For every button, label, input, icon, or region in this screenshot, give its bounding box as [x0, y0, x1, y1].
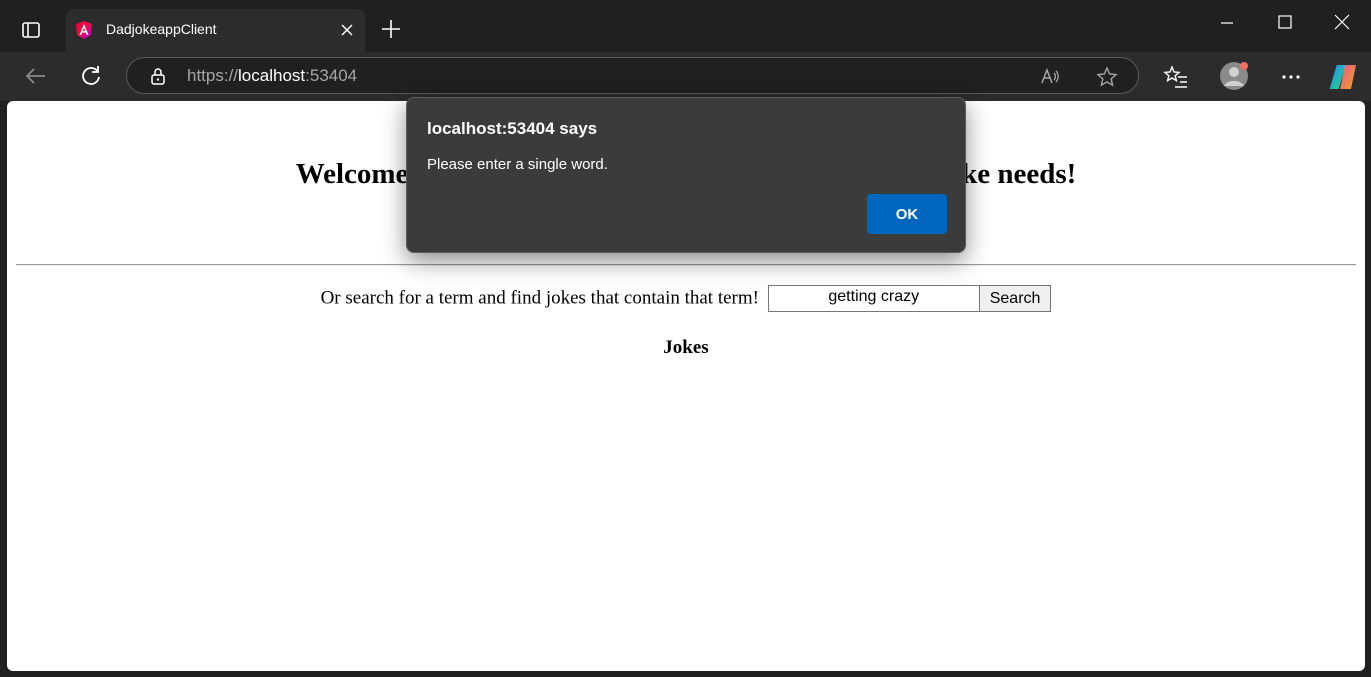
more-icon	[1282, 75, 1300, 79]
tab-title: DadjokeappClient	[106, 21, 217, 37]
star-icon[interactable]	[1096, 66, 1118, 88]
search-label: Or search for a term and find jokes that…	[320, 287, 759, 309]
jokes-heading: Jokes	[663, 337, 709, 358]
lock-icon[interactable]	[149, 67, 167, 85]
minimize-icon	[1221, 22, 1233, 24]
url-port: :53404	[305, 66, 358, 85]
favorites-button[interactable]	[1163, 64, 1189, 90]
copilot-button[interactable]	[1329, 62, 1359, 92]
dialog-title: localhost:53404 says	[427, 119, 598, 138]
dialog-message: Please enter a single word.	[427, 156, 608, 173]
maximize-icon	[1278, 15, 1292, 29]
minimize-button[interactable]	[1217, 12, 1237, 32]
close-icon	[1334, 14, 1350, 30]
search-button[interactable]: Search	[978, 285, 1052, 312]
refresh-icon	[82, 66, 100, 85]
copilot-icon	[1329, 65, 1356, 89]
arrow-left-icon	[25, 68, 45, 84]
profile-button[interactable]	[1219, 61, 1249, 91]
search-input[interactable]: getting crazy	[767, 285, 980, 312]
divider	[16, 264, 1356, 266]
back-button[interactable]	[22, 62, 50, 90]
title-bar: DadjokeappClient	[0, 0, 1371, 52]
search-row: Or search for a term and find jokes that…	[7, 285, 1365, 312]
close-icon[interactable]	[339, 22, 355, 38]
url-scheme: https://	[187, 66, 239, 85]
angular-logo-icon	[74, 20, 94, 40]
sidebar-panel-icon[interactable]	[14, 16, 48, 44]
avatar-icon	[1220, 62, 1248, 90]
refresh-button[interactable]	[77, 62, 105, 90]
read-aloud-icon[interactable]	[1040, 66, 1060, 86]
address-bar[interactable]: https://localhost:53404	[126, 57, 1139, 94]
plus-icon	[382, 20, 400, 38]
window-close-button[interactable]	[1332, 12, 1352, 32]
new-tab-button[interactable]	[378, 16, 404, 42]
browser-toolbar: https://localhost:53404	[0, 52, 1371, 101]
ok-button[interactable]: OK	[867, 194, 947, 234]
url-host: localhost	[238, 66, 306, 85]
browser-tab[interactable]: DadjokeappClient	[66, 9, 365, 52]
alert-dialog: localhost:53404 says Please enter a sing…	[406, 97, 966, 253]
more-button[interactable]	[1278, 64, 1304, 90]
url-text: https://localhost:53404	[187, 66, 357, 86]
maximize-button[interactable]	[1275, 12, 1295, 32]
favorites-list-icon	[1163, 65, 1187, 88]
